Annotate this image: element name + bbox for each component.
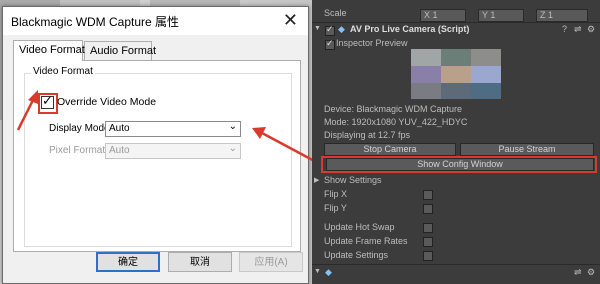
script-icon: ◆ <box>338 24 345 34</box>
device-text: Device: Blackmagic WDM Capture <box>324 104 463 114</box>
update-settings-checkbox[interactable] <box>423 251 433 261</box>
scale-z-value: Z 1 <box>540 10 554 20</box>
annotation-arrow-right <box>252 127 321 166</box>
help-icon[interactable]: ? <box>562 24 567 34</box>
foldout-arrow-icon[interactable]: ▶ <box>314 176 319 184</box>
update-settings-label: Update Settings <box>324 250 389 260</box>
scale-y-field[interactable]: Y 1 <box>478 9 524 22</box>
gear-icon[interactable]: ⚙ <box>587 24 595 35</box>
foldout-arrow-icon[interactable]: ▼ <box>314 268 321 275</box>
component-header[interactable]: ▼ ✓ ◆ AV Pro Live Camera (Script) ? ⇌ ⚙ <box>312 22 600 37</box>
update-hot-swap-checkbox[interactable] <box>423 223 433 233</box>
divider <box>312 264 600 265</box>
inspector-preview-checkbox[interactable]: ✓ <box>325 38 335 50</box>
inspector-preview-label: Inspector Preview <box>336 38 408 48</box>
annotation-arrow-left <box>16 90 38 131</box>
flip-y-label: Flip Y <box>324 203 347 213</box>
component-title: AV Pro Live Camera (Script) <box>350 24 470 34</box>
component-enabled-checkbox[interactable]: ✓ <box>325 24 335 36</box>
scale-x-field[interactable]: X 1 <box>420 9 466 22</box>
update-hot-swap-label: Update Hot Swap <box>324 222 395 232</box>
script-icon: ◆ <box>325 267 332 277</box>
preset-icon[interactable]: ⇌ <box>574 267 582 278</box>
stop-camera-button[interactable]: Stop Camera <box>324 143 456 156</box>
fps-text: Displaying at 12.7 fps <box>324 130 411 140</box>
scale-z-field[interactable]: Z 1 <box>536 9 588 22</box>
update-frame-rates-label: Update Frame Rates <box>324 236 408 246</box>
flip-x-checkbox[interactable] <box>423 190 433 200</box>
unity-inspector: Scale X 1 Y 1 Z 1 ▼ ✓ ◆ AV Pro Live Came… <box>312 0 600 284</box>
pause-stream-button[interactable]: Pause Stream <box>460 143 594 156</box>
gear-icon[interactable]: ⚙ <box>587 267 595 278</box>
scale-label: Scale <box>324 8 347 18</box>
annotation-highlight-config-button <box>321 156 597 173</box>
scale-y-value: Y 1 <box>482 10 496 20</box>
show-settings-foldout[interactable]: Show Settings <box>324 175 382 185</box>
foldout-arrow-icon[interactable]: ▼ <box>314 25 321 32</box>
tab-video-format[interactable]: Video Format <box>13 40 85 61</box>
mode-text: Mode: 1920x1080 YUV_422_HDYC <box>324 117 468 127</box>
scale-x-value: X 1 <box>424 10 438 20</box>
update-frame-rates-checkbox[interactable] <box>423 237 433 247</box>
flip-y-checkbox[interactable] <box>423 204 433 214</box>
flip-x-label: Flip X <box>324 189 348 199</box>
camera-preview-image <box>411 49 501 99</box>
preset-icon[interactable]: ⇌ <box>574 24 582 35</box>
